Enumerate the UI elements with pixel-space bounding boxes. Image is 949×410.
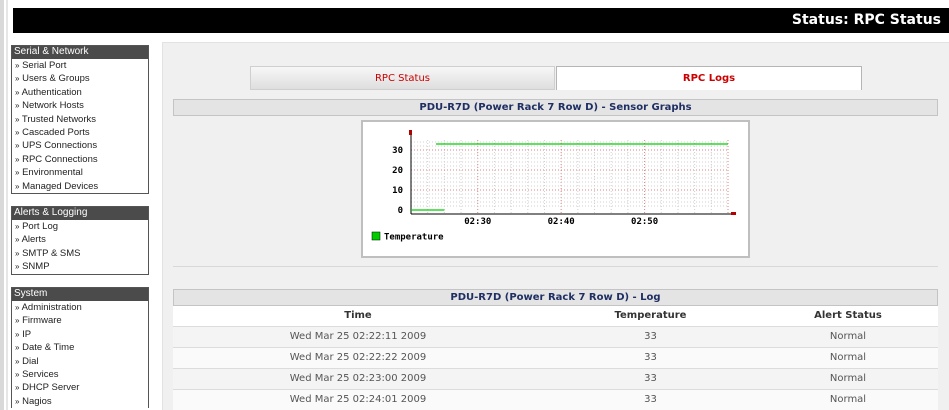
cell-temperature: 33 [543,325,758,347]
menu-item-authentication[interactable]: » Authentication [12,86,148,99]
table-row: Wed Mar 25 02:24:01 2009 33 Normal [173,388,938,410]
x-tick-label: 02:40 [548,217,575,227]
left-border [0,0,4,410]
x-tick-labels: 02:30 02:40 02:50 [464,217,658,227]
menu-item-ip[interactable]: » IP [12,328,148,341]
menu-item-dial[interactable]: » Dial [12,355,148,368]
menu-item-serial-port[interactable]: » Serial Port [12,59,148,72]
log-table: Time Temperature Alert Status Wed Mar 25… [173,306,938,410]
y-tick-label: 30 [392,146,403,156]
legend-swatch [371,231,381,241]
x-tick-label: 02:50 [631,217,658,227]
left-border-inner [6,0,8,410]
cell-alert-status: Normal [758,367,938,389]
x-axis-arrow [731,212,736,215]
menu-item-cascaded-ports[interactable]: » Cascaded Ports [12,126,148,139]
menu-system: System » Administration » Firmware » IP … [11,287,149,409]
header-bar: Status: RPC Status [13,8,949,33]
menu-item-users-groups[interactable]: » Users & Groups [12,72,148,85]
sensor-graph: 0 10 20 30 02:30 02:40 02:50 Temperature [361,120,750,258]
menu-item-managed-devices[interactable]: » Managed Devices [12,180,148,193]
page-title: Status: RPC Status [791,12,941,28]
menu-item-date-time[interactable]: » Date & Time [12,341,148,354]
chart-axes [409,130,736,215]
y-tick-label: 20 [392,166,403,176]
log-panel-title: PDU-R7D (Power Rack 7 Row D) - Log [173,289,938,306]
cell-time: Wed Mar 25 02:22:22 2009 [173,346,543,368]
tab-rpc-status[interactable]: RPC Status [250,66,555,90]
menu-item-firmware[interactable]: » Firmware [12,314,148,327]
cell-alert-status: Normal [758,346,938,368]
cell-temperature: 33 [543,388,758,410]
cell-temperature: 33 [543,367,758,389]
table-row: Wed Mar 25 02:23:00 2009 33 Normal [173,367,938,389]
menu-heading: Alerts & Logging [12,207,148,220]
menu-item-network-hosts[interactable]: » Network Hosts [12,99,148,112]
menu-item-snmp[interactable]: » SNMP [12,260,148,273]
menu-item-environmental[interactable]: » Environmental [12,166,148,179]
y-tick-label: 0 [398,206,403,216]
column-header-alert-status[interactable]: Alert Status [758,306,938,326]
sensor-graph-svg: 0 10 20 30 02:30 02:40 02:50 Temperature [371,130,736,243]
menu-serial-network: Serial & Network » Serial Port » Users &… [11,45,149,194]
menu-heading: System [12,288,148,301]
cell-alert-status: Normal [758,388,938,410]
chart-series [411,143,728,211]
legend-label: Temperature [384,233,444,243]
menu-heading: Serial & Network [12,46,148,59]
y-tick-label: 10 [392,186,403,196]
column-header-time[interactable]: Time [173,306,543,326]
chart-legend: Temperature [371,231,444,243]
menu-item-nagios[interactable]: » Nagios [12,395,148,408]
menu-item-ups-connections[interactable]: » UPS Connections [12,139,148,152]
menu-item-smtp-sms[interactable]: » SMTP & SMS [12,247,148,260]
table-row: Wed Mar 25 02:22:11 2009 33 Normal [173,325,938,347]
menu-item-dhcp-server[interactable]: » DHCP Server [12,381,148,394]
tab-rpc-logs[interactable]: RPC Logs [556,66,862,90]
section-divider [173,266,938,267]
menu-alerts-logging: Alerts & Logging » Port Log » Alerts » S… [11,206,149,275]
cell-alert-status: Normal [758,325,938,347]
y-tick-labels: 0 10 20 30 [392,146,403,216]
table-row: Wed Mar 25 02:22:22 2009 33 Normal [173,346,938,368]
menu-item-port-log[interactable]: » Port Log [12,220,148,233]
menu-item-services[interactable]: » Services [12,368,148,381]
cell-time: Wed Mar 25 02:22:11 2009 [173,325,543,347]
menu-item-rpc-connections[interactable]: » RPC Connections [12,153,148,166]
chart-grid [411,140,729,214]
cell-time: Wed Mar 25 02:24:01 2009 [173,388,543,410]
cell-temperature: 33 [543,346,758,368]
y-axis-arrow [409,130,412,135]
menu-item-trusted-networks[interactable]: » Trusted Networks [12,113,148,126]
menu-item-administration[interactable]: » Administration [12,301,148,314]
x-tick-label: 02:30 [464,217,491,227]
column-header-temperature[interactable]: Temperature [543,306,758,326]
menu-item-alerts[interactable]: » Alerts [12,233,148,246]
graph-panel-title: PDU-R7D (Power Rack 7 Row D) - Sensor Gr… [173,99,938,116]
cell-time: Wed Mar 25 02:23:00 2009 [173,367,543,389]
